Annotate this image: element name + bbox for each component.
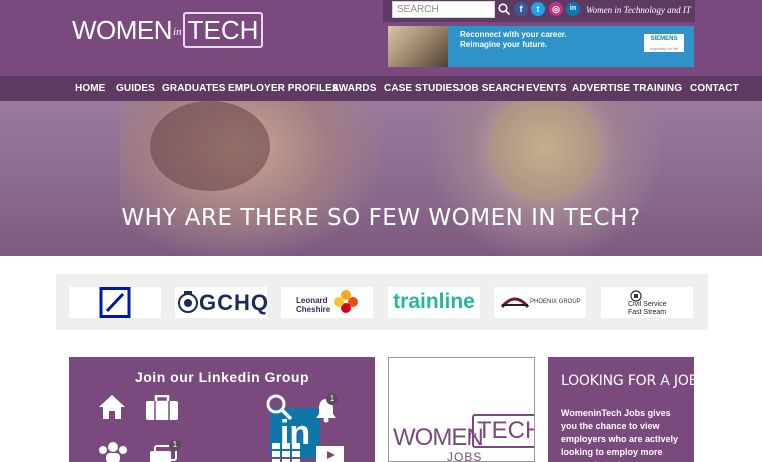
hero-banner[interactable]: WHY ARE THERE SO FEW WOMEN IN TECH? <box>0 101 762 256</box>
sponsor-gchq[interactable]: GCHQ <box>175 287 267 318</box>
gchq-crest-icon <box>178 291 198 313</box>
looking-for-job-title: LOOKING FOR A JOB? <box>561 373 694 389</box>
looking-for-job-text: WomeninTech Jobs gives you the chance to… <box>561 408 679 462</box>
phoenix-group-mark-icon <box>500 297 530 308</box>
hero-photo-hair-left <box>150 101 270 191</box>
search-input[interactable] <box>392 1 495 18</box>
search-button[interactable] <box>497 2 511 16</box>
nav-item-guides[interactable]: GUIDES <box>116 83 155 94</box>
advert-line-2: Reimagine your future. <box>460 40 548 49</box>
trainline-logo-text: trainline <box>393 290 475 313</box>
phoenix-group-logo-text: PHOENIX GROUP <box>530 299 581 305</box>
gchq-logo-text: GCHQ <box>199 290 267 315</box>
sponsor-civil-service-fast-stream[interactable]: Civil Service Fast Stream <box>601 287 693 318</box>
nav-item-advertise[interactable]: ADVERTISE <box>572 83 630 94</box>
grid-icon <box>272 443 300 462</box>
linkedin-icon[interactable]: in <box>566 2 580 16</box>
briefcase-icon <box>146 395 178 420</box>
sponsor-strip: GCHQ Leonard Cheshire trainline PHOENIX … <box>56 274 708 330</box>
looking-for-job-panel[interactable]: LOOKING FOR A JOB? WomeninTech Jobs give… <box>548 357 694 462</box>
sponsor-trainline[interactable]: trainline <box>388 287 480 318</box>
civil-service-line-2: Fast Stream <box>628 309 667 316</box>
nav-item-events[interactable]: EVENTS <box>526 83 567 94</box>
nav-item-case-studies[interactable]: CASE STUDIES <box>384 83 459 94</box>
notification-badge: 1 <box>326 393 338 405</box>
site-logo[interactable]: WOMEN in TECH <box>72 12 264 56</box>
advert-logo-name: SIEMENS <box>650 36 678 42</box>
logo-tech-text: TECH <box>182 12 264 48</box>
page: WOMEN in TECH f t ◎ in Women in Technolo… <box>0 0 762 462</box>
leonard-cheshire-flower-icon <box>334 290 358 313</box>
nav-item-graduates[interactable]: GRADUATES <box>162 83 226 94</box>
leonard-cheshire-line-2: Cheshire <box>296 305 331 314</box>
nav-item-awards[interactable]: AWARDS <box>332 83 377 94</box>
nav-item-contact[interactable]: CONTACT <box>690 83 739 94</box>
site-tagline: Women in Technology and IT <box>586 5 691 15</box>
twitter-icon[interactable]: t <box>531 2 545 16</box>
site-header: WOMEN in TECH f t ◎ in Women in Technolo… <box>0 0 762 76</box>
logo-in-text: in <box>173 26 182 38</box>
jobs-logo-tech-text: TECH <box>472 414 534 448</box>
advert-logo: SIEMENS Ingenuity for life <box>644 34 684 52</box>
sponsor-deutsche-bank[interactable] <box>69 287 161 318</box>
jobs-logo-sub-text: JOBS <box>447 450 483 462</box>
advert-photo <box>388 26 448 67</box>
women-in-tech-jobs-panel[interactable]: WOMEN in TECH JOBS <box>388 357 535 462</box>
hero-title: WHY ARE THERE SO FEW WOMEN IN TECH? <box>121 205 641 231</box>
video-icon <box>316 446 344 462</box>
banner-advert[interactable]: Reconnect with your career. Reimagine yo… <box>388 26 694 67</box>
nav-item-training[interactable]: TRAINING <box>633 83 682 94</box>
nav-item-employer-profiles[interactable]: EMPLOYER PROFILES <box>228 83 339 94</box>
sponsor-phoenix-group[interactable]: PHOENIX GROUP <box>494 287 586 318</box>
sponsor-leonard-cheshire[interactable]: Leonard Cheshire <box>281 287 373 318</box>
advert-text: Reconnect with your career. Reimagine yo… <box>460 30 567 50</box>
messages-badge: 1 <box>169 439 181 451</box>
logo-women-text: WOMEN <box>72 15 173 45</box>
advert-line-1: Reconnect with your career. <box>460 30 567 39</box>
nav-item-job-search[interactable]: JOB SEARCH <box>458 83 525 94</box>
linkedin-group-panel[interactable]: Join our Linkedin Group in 1 1 <box>69 357 375 462</box>
nav-item-home[interactable]: HOME <box>75 83 105 94</box>
search-icon <box>498 3 511 16</box>
advert-logo-sub: Ingenuity for life <box>649 46 679 51</box>
leonard-cheshire-line-1: Leonard <box>296 296 328 305</box>
linkedin-group-title: Join our Linkedin Group <box>134 369 310 385</box>
civil-service-line-1: Civil Service <box>628 301 667 308</box>
people-icon <box>99 442 127 462</box>
deutsche-bank-logo <box>99 287 131 318</box>
facebook-icon[interactable]: f <box>514 2 528 16</box>
home-icon <box>99 395 125 419</box>
main-nav: HOME GUIDES GRADUATES EMPLOYER PROFILES … <box>0 76 762 101</box>
instagram-icon[interactable]: ◎ <box>549 2 563 16</box>
magnifier-icon <box>266 394 293 421</box>
